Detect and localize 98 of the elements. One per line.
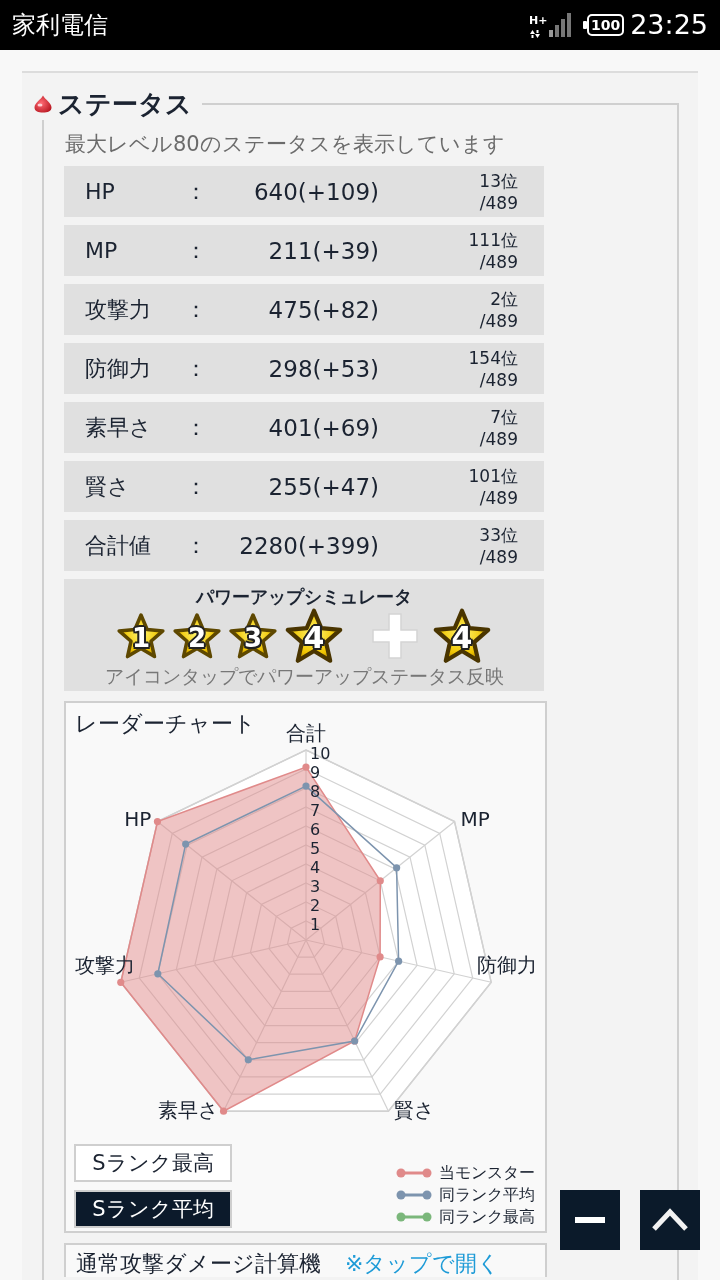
axis-label: 防御力 [477,953,538,978]
axis-tick-label: 8 [310,781,321,801]
stat-separator: ： [185,472,199,501]
axis-tick-label: 4 [310,857,321,877]
stat-separator: ： [185,354,199,383]
clock-time: 23:25 [630,9,708,41]
open-link[interactable]: ※タップで開く [345,1251,501,1277]
scroll-top-button[interactable] [640,1190,700,1250]
rank-position: 33位 [479,523,518,546]
data-point [302,763,310,771]
star-button[interactable]: 3 [228,611,278,661]
stat-label: 合計値 [85,531,152,560]
network-type-label: H+ [528,15,548,27]
stat-value: 255(+47) [268,473,379,500]
stat-value: 211(+39) [268,237,379,264]
axis-label: 賢さ [394,1098,435,1123]
rank-total: /489 [479,250,518,273]
rank-position: 154位 [468,346,518,369]
section-title: ステータス [58,88,192,120]
calculator-title: 通常攻撃ダメージ計算機 [76,1251,321,1277]
legend-label: 同ランク最高 [439,1206,535,1228]
power-up-caption: アイコンタップでパワーアップステータス反映 [104,665,504,687]
stat-label: 賢さ [85,472,131,501]
stat-value: 475(+82) [268,296,379,323]
data-point [393,864,401,872]
data-point [153,817,162,826]
axis-tick-label: 2 [310,895,321,915]
signal-icon [548,13,571,37]
rank-position: 7位 [490,405,518,428]
data-point [117,978,125,986]
legend-label: 当モンスター [439,1162,535,1184]
data-point [302,782,310,790]
rank-total: /489 [479,427,518,450]
stat-separator: ： [185,413,199,442]
axis-tick-label: 6 [310,819,321,839]
rank-position: 13位 [479,169,518,192]
star-button[interactable]: 1 [116,611,166,661]
carrier-name: 家利電信 [12,10,108,40]
axis-tick-label: 3 [310,876,321,896]
axis-label: 素早さ [157,1098,218,1123]
data-point [395,957,403,965]
star-button[interactable]: 4 [284,606,344,666]
rank-total: /489 [479,191,518,214]
axis-tick-label: 7 [310,800,321,820]
axis-tick-label: 1 [310,914,321,934]
rank-position: 101位 [468,464,518,487]
axis-label: MP [460,806,490,831]
rank-total: /489 [479,486,518,509]
legend-label: 同ランク平均 [439,1184,535,1206]
star-icon [228,611,278,661]
battery-indicator: 100 [586,14,625,36]
chart-title: レーダーチャート [75,711,257,737]
axis-tick-label: 5 [310,838,321,858]
axis-label: 合計 [286,721,326,745]
stat-value: 2280(+399) [239,532,379,559]
data-point [376,953,384,961]
data-point [182,840,190,848]
power-up-title: パワーアップシミュレータ [196,587,412,607]
stat-separator: ： [185,177,199,206]
rank-button[interactable]: Sランク平均 [74,1190,232,1228]
rank-position: 111位 [468,228,518,251]
stat-label: 防御力 [85,354,152,383]
rank-position: 2位 [490,287,518,310]
data-arrows-icon [528,29,541,39]
data-point [219,1107,228,1115]
stat-separator: ： [185,236,199,265]
rank-total: /489 [479,545,518,568]
star-icon [116,611,166,661]
rank-button[interactable]: Sランク最高 [74,1144,232,1182]
axis-label: HP [124,806,152,831]
stat-label: MP [85,238,119,263]
drop-icon [34,95,52,113]
axis-tick-label: 9 [310,762,321,782]
stat-separator: ： [185,295,199,324]
stat-value: 640(+109) [253,178,379,205]
star-icon [284,606,344,666]
plus-icon [372,613,418,659]
stat-value: 401(+69) [268,414,379,441]
stat-label: HP [85,179,116,204]
minus-icon [575,1217,605,1223]
star-button[interactable]: 4 [432,606,492,666]
axis-tick-label: 10 [310,743,331,763]
data-point [244,1056,252,1064]
axis-label: 攻撃力 [74,953,135,978]
star-icon [172,611,222,661]
stat-label: 素早さ [85,413,153,442]
data-point [376,877,384,885]
section-subtitle: 最大レベル80のステータスを表示しています [64,131,506,158]
rank-total: /489 [479,309,518,332]
minus-button[interactable] [560,1190,620,1250]
star-button[interactable]: 2 [172,611,222,661]
star-icon [432,606,492,666]
chevron-up-icon [651,1208,689,1232]
stat-label: 攻撃力 [85,295,152,324]
stat-separator: ： [185,531,199,560]
stat-value: 298(+53) [268,355,379,382]
data-point [154,970,162,978]
rank-total: /489 [479,368,518,391]
